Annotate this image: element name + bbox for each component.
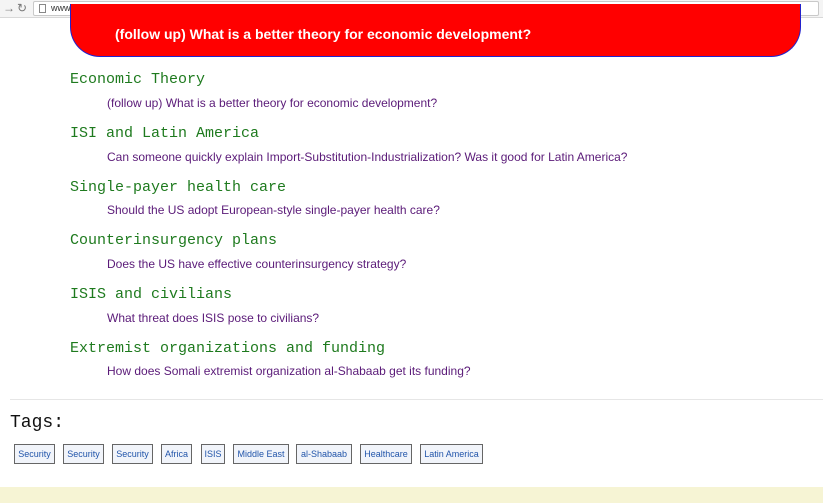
topic-title: Counterinsurgency plans bbox=[70, 232, 278, 249]
topic-question-link[interactable]: Should the US adopt European-style singl… bbox=[107, 203, 440, 217]
topic-title: Extremist organizations and funding bbox=[70, 340, 386, 357]
tag-security[interactable]: Security bbox=[63, 444, 104, 464]
featured-question-banner[interactable]: (follow up) What is a better theory for … bbox=[70, 4, 801, 57]
tag-healthcare[interactable]: Healthcare bbox=[360, 444, 412, 464]
reload-icon[interactable]: ↻ bbox=[17, 2, 27, 14]
footer-strip bbox=[0, 487, 823, 503]
topic-title: ISI and Latin America bbox=[70, 125, 260, 142]
tag-latin-america[interactable]: Latin America bbox=[420, 444, 483, 464]
topic-title: Economic Theory bbox=[70, 71, 206, 88]
topic-question-link[interactable]: (follow up) What is a better theory for … bbox=[107, 96, 437, 110]
tag-isis[interactable]: ISIS bbox=[201, 444, 225, 464]
tag-al-shabaab[interactable]: al-Shabaab bbox=[296, 444, 352, 464]
topic-title: ISIS and civilians bbox=[70, 286, 233, 303]
topic-question-link[interactable]: How does Somali extremist organization a… bbox=[107, 364, 471, 378]
tags-heading: Tags: bbox=[10, 413, 65, 433]
topic-question-link[interactable]: Does the US have effective counterinsurg… bbox=[107, 257, 406, 271]
banner-text[interactable]: (follow up) What is a better theory for … bbox=[115, 26, 531, 42]
topic-title: Single-payer health care bbox=[70, 179, 287, 196]
tag-security[interactable]: Security bbox=[14, 444, 55, 464]
section-divider bbox=[10, 399, 823, 400]
forward-arrow-icon[interactable]: → bbox=[3, 2, 15, 14]
tag-africa[interactable]: Africa bbox=[161, 444, 192, 464]
topic-question-link[interactable]: Can someone quickly explain Import-Subst… bbox=[107, 150, 627, 164]
page-icon bbox=[39, 4, 46, 13]
tag-middle-east[interactable]: Middle East bbox=[233, 444, 289, 464]
topic-question-link[interactable]: What threat does ISIS pose to civilians? bbox=[107, 311, 319, 325]
tag-security[interactable]: Security bbox=[112, 444, 153, 464]
